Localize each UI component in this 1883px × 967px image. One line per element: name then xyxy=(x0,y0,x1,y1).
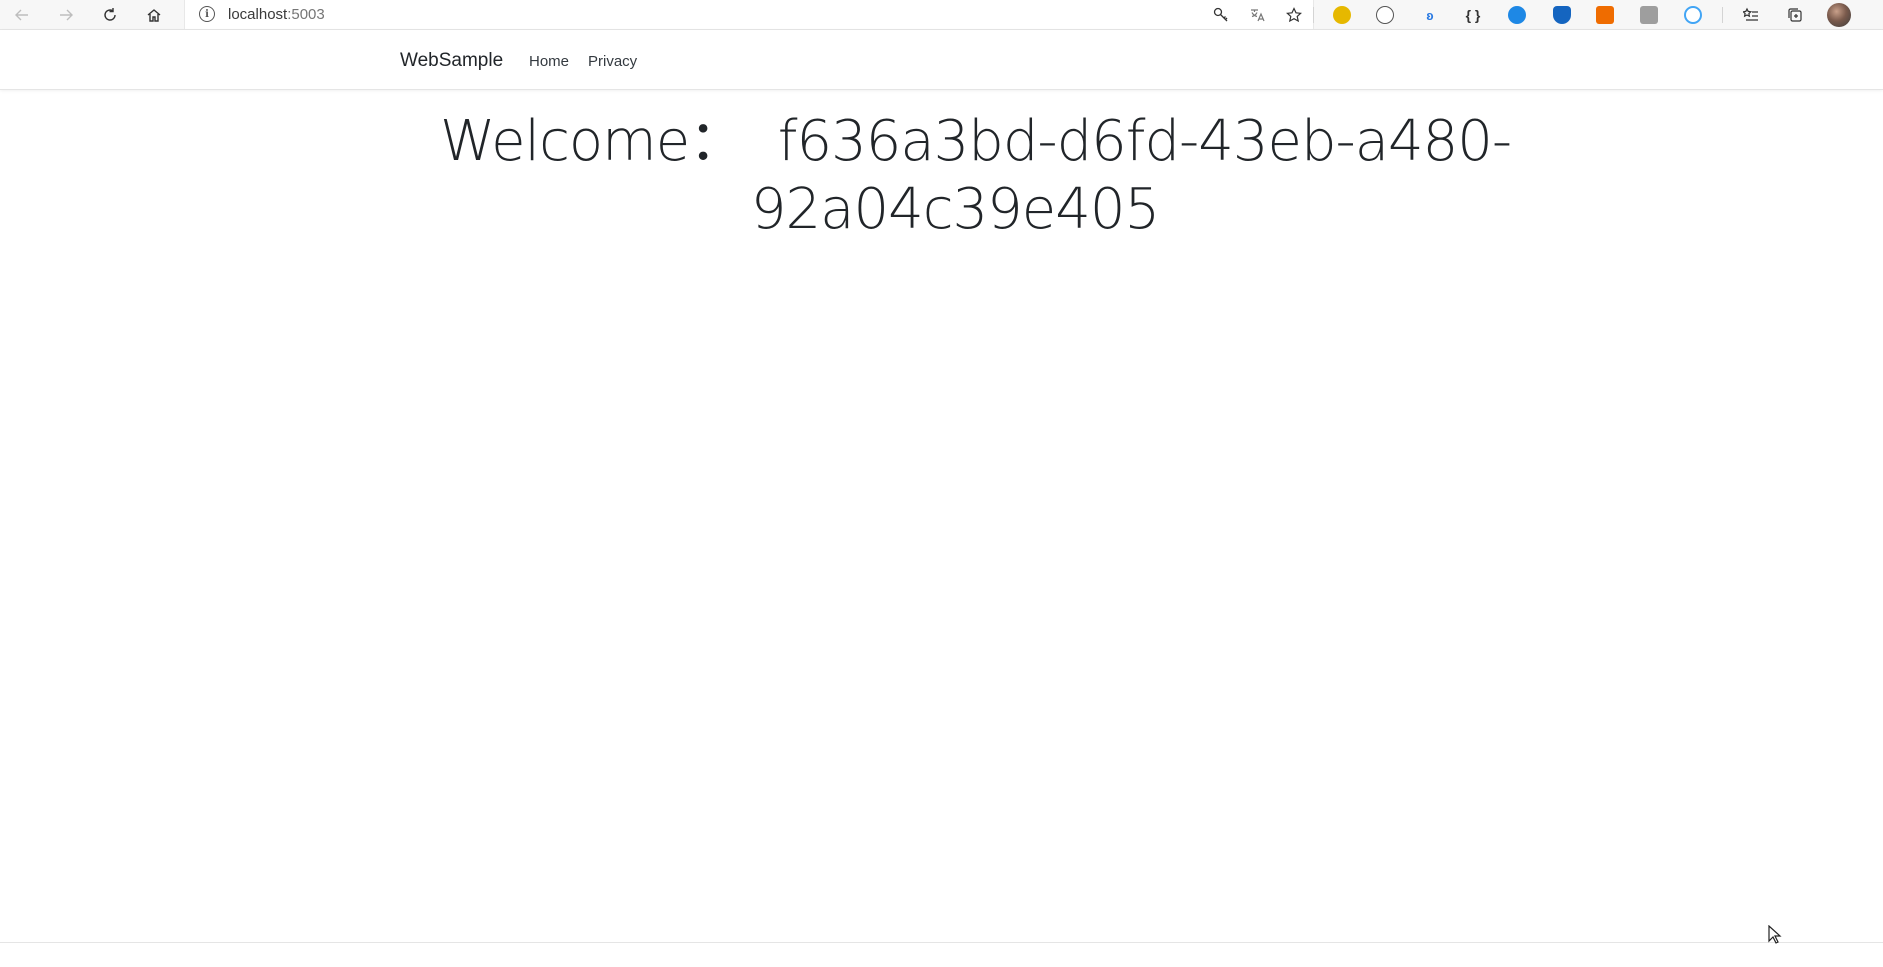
forward-arrow-icon[interactable] xyxy=(55,4,77,26)
address-url[interactable]: localhost:5003 xyxy=(228,6,325,23)
welcome-heading: Welcome： f636a3bd-d6fd-43eb-a480- 92a04c… xyxy=(440,108,1512,244)
extension-yellow-icon[interactable] xyxy=(1333,6,1351,24)
avatar[interactable] xyxy=(1827,3,1851,27)
extension-blue-icon[interactable]: ʚ xyxy=(1419,4,1441,26)
address-port: :5003 xyxy=(287,6,325,23)
translate-icon[interactable] xyxy=(1246,4,1268,26)
toolbar-separator xyxy=(1313,7,1314,23)
key-icon[interactable] xyxy=(1210,4,1232,26)
welcome-line-1: Welcome： f636a3bd-d6fd-43eb-a480- xyxy=(440,109,1512,174)
toolbar-separator xyxy=(1722,7,1723,23)
address-host: localhost xyxy=(228,6,288,23)
extension-circle-icon[interactable] xyxy=(1376,6,1394,24)
footer-divider xyxy=(0,942,1883,943)
nav-link-privacy[interactable]: Privacy xyxy=(588,53,637,70)
favorites-list-icon[interactable] xyxy=(1740,4,1762,26)
star-icon[interactable] xyxy=(1283,4,1305,26)
extension-gray-icon[interactable] xyxy=(1640,6,1658,24)
extension-shield-icon[interactable] xyxy=(1553,6,1571,24)
welcome-line-2: 92a04c39e405 xyxy=(750,177,1160,242)
browser-toolbar: i localhost:5003 ʚ { } xyxy=(0,0,1883,30)
json-braces-icon[interactable]: { } xyxy=(1462,4,1484,26)
extension-orange-icon[interactable] xyxy=(1596,6,1614,24)
mouse-cursor-icon xyxy=(1768,925,1782,944)
home-icon[interactable] xyxy=(143,4,165,26)
back-arrow-icon[interactable] xyxy=(11,4,33,26)
extension-globe-icon[interactable] xyxy=(1508,6,1526,24)
address-bar[interactable]: i localhost:5003 xyxy=(184,0,1314,29)
nav-link-home[interactable]: Home xyxy=(529,53,569,70)
site-navbar: WebSample Home Privacy xyxy=(0,30,1883,90)
extension-web-icon[interactable] xyxy=(1684,6,1702,24)
collections-icon[interactable] xyxy=(1784,4,1806,26)
reload-icon[interactable] xyxy=(99,4,121,26)
navbar-brand[interactable]: WebSample xyxy=(400,50,503,72)
info-icon[interactable]: i xyxy=(199,6,215,22)
